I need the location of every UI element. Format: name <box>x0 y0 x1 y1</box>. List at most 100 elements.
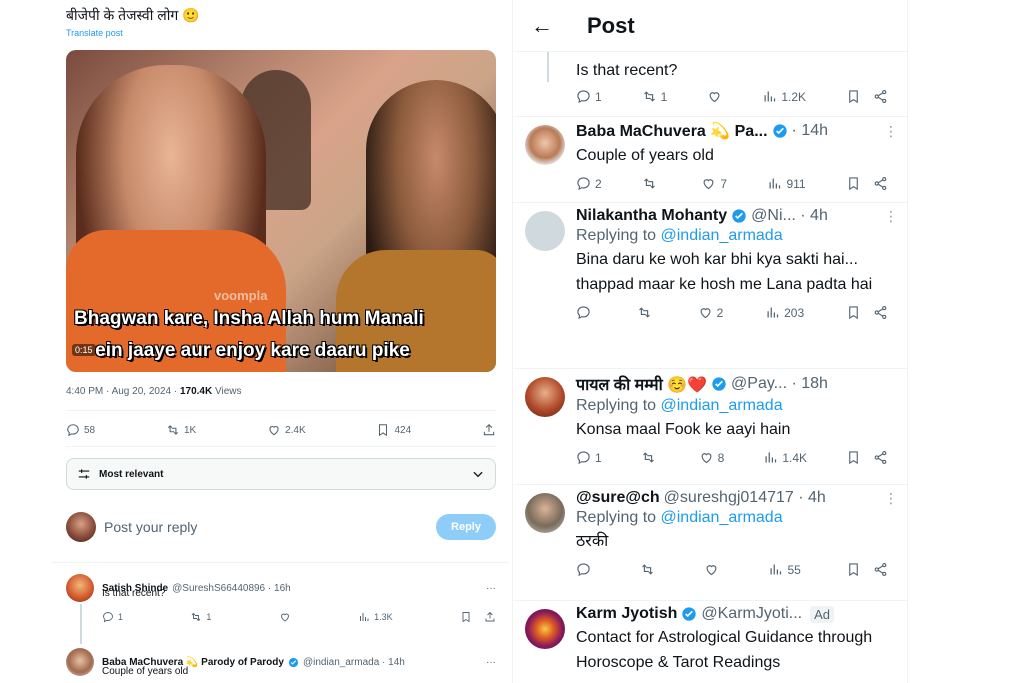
reply-item[interactable]: Baba MaChuvera 💫 Pa... · 14h ⋮ Couple of… <box>513 117 907 203</box>
reply-action[interactable]: 1 <box>576 89 602 104</box>
like-action[interactable]: 2 <box>698 305 724 320</box>
repost-icon <box>192 612 201 622</box>
views-action[interactable]: 1.3K <box>358 611 393 623</box>
bookmark-icon[interactable] <box>460 611 472 623</box>
back-arrow-icon[interactable]: ← <box>531 13 553 39</box>
reply-text: ठरकी <box>576 533 609 550</box>
repost-action[interactable] <box>641 450 660 465</box>
reply-item[interactable]: Is that recent? 1 1 1.2K <box>513 52 907 117</box>
analytics-icon <box>765 452 777 463</box>
translate-post-link[interactable]: Translate post <box>66 28 123 38</box>
views-action[interactable]: 203 <box>765 305 804 320</box>
reply-count: 1 <box>595 89 602 104</box>
views-action[interactable]: 911 <box>767 176 806 191</box>
reply-button[interactable]: Reply <box>436 514 496 540</box>
reply-content: Baba MaChuvera 💫 Pa... · 14h ⋮ Couple of… <box>576 121 898 191</box>
bookmark-icon[interactable] <box>846 89 861 104</box>
analytics-icon <box>764 91 776 102</box>
reply-item[interactable]: @sure@ch @sureshgj014717 · 4h ⋮ Replying… <box>513 485 907 601</box>
user-avatar <box>66 574 94 602</box>
bookmark-action[interactable]: 424 <box>376 423 411 437</box>
like-action[interactable]: 7 <box>701 176 727 191</box>
reply-input[interactable]: Post your reply <box>104 519 197 535</box>
share-icon[interactable] <box>873 562 888 577</box>
heart-icon <box>700 308 711 319</box>
reply-icon <box>67 424 79 437</box>
share-icon[interactable] <box>484 611 496 623</box>
sliders-icon <box>78 469 90 479</box>
reply-action[interactable]: 2 <box>576 176 602 191</box>
bookmark-icon[interactable] <box>846 562 861 577</box>
more-icon[interactable]: ··· <box>486 657 496 668</box>
reply-author: @sure@ch <box>576 489 660 506</box>
share-icon[interactable] <box>873 305 888 320</box>
repost-action[interactable]: 1K <box>166 423 196 437</box>
bookmark-icon[interactable] <box>846 450 861 465</box>
reply-handle: @Pay... · 18h <box>731 375 828 392</box>
bookmark-icon[interactable] <box>846 176 861 191</box>
reply-handle: @indian_armada · 14h <box>302 656 405 668</box>
share-icon[interactable] <box>873 89 888 104</box>
heart-icon <box>703 179 714 190</box>
repost-action[interactable] <box>642 176 661 191</box>
views-action[interactable]: 1.4K <box>763 450 807 465</box>
reply-action[interactable]: 58 <box>66 423 95 437</box>
reply-text: Is that recent? <box>102 588 166 599</box>
post-video[interactable]: voompla Bhagwan kare, Insha Allah hum Ma… <box>66 50 496 372</box>
mention-link[interactable]: @indian_armada <box>661 397 783 414</box>
views-action[interactable]: 55 <box>768 562 801 577</box>
repost-action[interactable] <box>640 562 659 577</box>
reply-actions: 1 1 1.3K <box>102 611 496 623</box>
like-count: 7 <box>720 176 728 191</box>
more-icon[interactable]: ··· <box>486 583 496 594</box>
repost-action[interactable] <box>637 305 656 320</box>
share-icon[interactable] <box>873 176 888 191</box>
reply-handle: @Ni... · 4h <box>751 207 828 224</box>
reply-content: Is that recent? 1 1 1.2K <box>576 56 898 104</box>
bookmark-share-actions <box>846 450 888 465</box>
reply-actions: 2 7 911 <box>576 176 888 191</box>
like-action[interactable] <box>704 562 723 577</box>
bookmark-icon[interactable] <box>846 305 861 320</box>
analytics-icon <box>767 307 779 318</box>
like-action[interactable]: 8 <box>699 450 725 465</box>
like-action[interactable]: 2.4K <box>267 423 306 437</box>
video-watermark: voompla <box>214 288 268 303</box>
reply-item[interactable]: Baba MaChuvera 💫 Parody of Parody @india… <box>66 648 496 677</box>
video-time-badge: 0:15 <box>72 344 96 356</box>
reply-text: Bina daru ke woh kar bhi kya sakti hai..… <box>576 251 873 293</box>
reply-action[interactable]: 1 <box>102 611 123 623</box>
like-action[interactable] <box>707 89 722 104</box>
more-icon[interactable]: ⋮ <box>884 123 898 140</box>
share-action[interactable] <box>482 423 496 437</box>
views-action[interactable]: 1.2K <box>762 89 806 104</box>
mention-link[interactable]: @indian_armada <box>661 227 783 244</box>
like-count: 8 <box>717 450 725 465</box>
reply-count: 58 <box>84 424 96 436</box>
like-count: 2 <box>716 305 724 320</box>
reply-content: Karm Jyotish @KarmJyoti... Ad Contact fo… <box>576 605 898 675</box>
page-title: Post <box>587 12 635 38</box>
sort-dropdown[interactable]: Most relevant <box>66 458 496 490</box>
reply-action[interactable] <box>576 562 595 577</box>
reply-item[interactable]: पायल की मम्मी ☺️❤️ @Pay... · 18h Replyin… <box>513 369 907 485</box>
repost-action[interactable]: 1 <box>190 611 211 623</box>
reply-header: Karm Jyotish @KarmJyoti... Ad <box>576 605 898 623</box>
reply-item[interactable]: Nilakantha Mohanty @Ni... · 4h ⋮ Replyin… <box>513 203 907 369</box>
more-icon[interactable]: ⋮ <box>884 208 898 225</box>
reply-action[interactable] <box>576 305 595 320</box>
more-icon[interactable]: ⋮ <box>884 490 898 507</box>
repost-icon <box>642 452 654 463</box>
reply-item[interactable]: Satish Shinde @SureshS66440896 · 16h ···… <box>66 574 496 623</box>
user-avatar <box>525 125 565 165</box>
ad-post[interactable]: Karm Jyotish @KarmJyoti... Ad Contact fo… <box>513 601 907 683</box>
share-icon[interactable] <box>873 450 888 465</box>
reply-header: पायल की मम्मी ☺️❤️ @Pay... · 18h <box>576 373 898 395</box>
views-count: 1.3K <box>374 612 393 622</box>
repost-action[interactable]: 1 <box>642 89 667 104</box>
reply-action[interactable]: 1 <box>576 450 602 465</box>
like-action[interactable] <box>279 611 291 623</box>
mention-link[interactable]: @indian_armada <box>661 509 783 526</box>
user-avatar <box>525 377 565 417</box>
heart-icon <box>709 92 720 103</box>
